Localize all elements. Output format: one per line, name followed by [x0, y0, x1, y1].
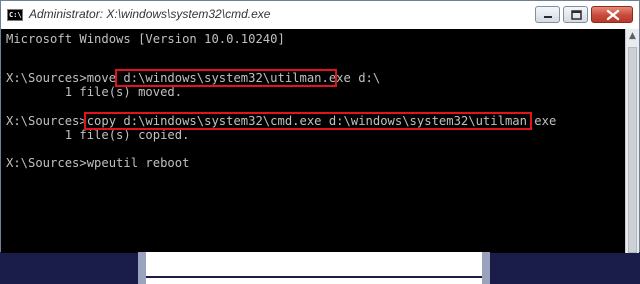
minimize-button[interactable] [535, 6, 560, 23]
console-line: 1 file(s) moved. [6, 85, 183, 99]
console-output[interactable]: Microsoft Windows [Version 10.0.10240] X… [1, 29, 625, 253]
scrollbar-thumb[interactable] [628, 47, 637, 253]
window-title: Administrator: X:\windows\system32\cmd.e… [29, 7, 271, 21]
console-line: X:\Sources>wpeutil reboot [6, 156, 190, 170]
console-line: 1 file(s) copied. [6, 128, 190, 142]
cmd-window: C:\ Administrator: X:\windows\system32\c… [0, 0, 640, 253]
caption-buttons [535, 6, 633, 24]
maximize-button[interactable] [563, 6, 588, 23]
scroll-up-icon[interactable]: ▲ [626, 29, 639, 43]
highlight-box-copy-command [84, 112, 532, 130]
console-line: Microsoft Windows [Version 10.0.10240] [6, 32, 285, 46]
title-bar[interactable]: C:\ Administrator: X:\windows\system32\c… [1, 1, 639, 29]
vertical-scrollbar[interactable]: ▲ [625, 29, 639, 253]
cmd-app-icon[interactable]: C:\ [7, 9, 23, 21]
close-button[interactable] [591, 6, 633, 23]
highlight-box-utilman-path [115, 69, 337, 87]
maximize-icon [571, 10, 582, 20]
background-dialog-edge [138, 252, 490, 284]
minimize-icon [544, 16, 552, 18]
divider [146, 276, 482, 278]
close-icon [606, 9, 620, 21]
